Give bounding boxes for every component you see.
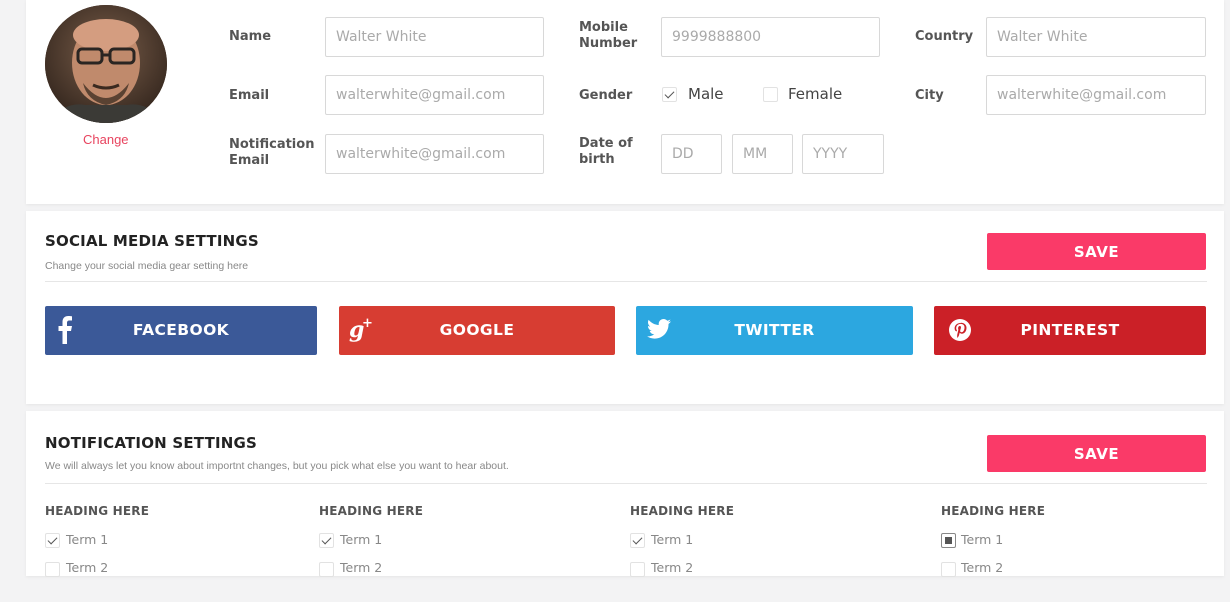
term-checkbox[interactable] — [319, 533, 334, 548]
email-label: Email — [229, 88, 270, 103]
term-checkbox[interactable] — [941, 533, 956, 548]
term-checkbox[interactable] — [45, 533, 60, 548]
term-label: Term 2 — [961, 560, 1004, 575]
notification-save-button[interactable]: SAVE — [987, 435, 1206, 472]
google-label: GOOGLE — [439, 321, 515, 339]
twitter-button[interactable]: TWITTER — [636, 306, 913, 355]
mobile-label: Mobile Number — [579, 20, 638, 51]
notification-email-label: Notification Email — [229, 137, 315, 168]
social-settings-card: SOCIAL MEDIA SETTINGS Change your social… — [26, 211, 1224, 404]
avatar — [45, 5, 167, 123]
name-input[interactable] — [325, 17, 544, 57]
term-label: Term 1 — [651, 532, 694, 547]
country-input[interactable] — [986, 17, 1206, 57]
city-input[interactable] — [986, 75, 1206, 115]
term-checkbox[interactable] — [319, 562, 334, 577]
term-label: Term 2 — [340, 560, 383, 575]
gender-label: Gender — [579, 88, 633, 103]
notification-email-input[interactable] — [325, 134, 544, 174]
twitter-label: TWITTER — [734, 321, 815, 339]
term-label: Term 2 — [66, 560, 109, 575]
column-heading: HEADING HERE — [630, 504, 735, 518]
gender-female-checkbox[interactable] — [763, 87, 778, 102]
divider — [45, 281, 1207, 282]
column-heading: HEADING HERE — [941, 504, 1046, 518]
term-checkbox[interactable] — [45, 562, 60, 577]
term-label: Term 2 — [651, 560, 694, 575]
term-label: Term 1 — [66, 532, 109, 547]
social-settings-subtitle: Change your social media gear setting he… — [45, 260, 249, 272]
dob-day-input[interactable] — [661, 134, 722, 174]
column-heading: HEADING HERE — [45, 504, 150, 518]
column-heading: HEADING HERE — [319, 504, 424, 518]
social-save-button[interactable]: SAVE — [987, 233, 1206, 270]
email-input[interactable] — [325, 75, 544, 115]
dob-month-input[interactable] — [732, 134, 793, 174]
pinterest-button[interactable]: PINTEREST — [934, 306, 1206, 355]
gender-female-label: Female — [788, 85, 843, 103]
facebook-button[interactable]: FACEBOOK — [45, 306, 317, 355]
gender-male-checkbox[interactable] — [662, 87, 677, 102]
term-checkbox[interactable] — [941, 562, 956, 577]
notification-settings-card: NOTIFICATION SETTINGS We will always let… — [26, 411, 1224, 577]
mobile-input[interactable] — [661, 17, 880, 57]
pinterest-label: PINTEREST — [1020, 321, 1120, 339]
divider — [45, 483, 1207, 484]
name-label: Name — [229, 29, 272, 44]
change-avatar-link[interactable]: Change — [83, 132, 129, 147]
google-button[interactable]: g + GOOGLE — [339, 306, 615, 355]
notification-settings-subtitle: We will always let you know about import… — [45, 460, 509, 472]
term-checkbox[interactable] — [630, 562, 645, 577]
gender-male-label: Male — [688, 85, 724, 103]
notification-settings-title: NOTIFICATION SETTINGS — [45, 434, 258, 452]
dob-year-input[interactable] — [802, 134, 884, 174]
city-label: City — [915, 88, 944, 103]
dob-label: Date of birth — [579, 136, 633, 167]
profile-card: Change Name Email Notification Email Mob… — [26, 0, 1224, 204]
social-settings-title: SOCIAL MEDIA SETTINGS — [45, 232, 259, 250]
country-label: Country — [915, 29, 974, 44]
term-checkbox[interactable] — [630, 533, 645, 548]
term-label: Term 1 — [961, 532, 1004, 547]
facebook-label: FACEBOOK — [132, 321, 230, 339]
term-label: Term 1 — [340, 532, 383, 547]
